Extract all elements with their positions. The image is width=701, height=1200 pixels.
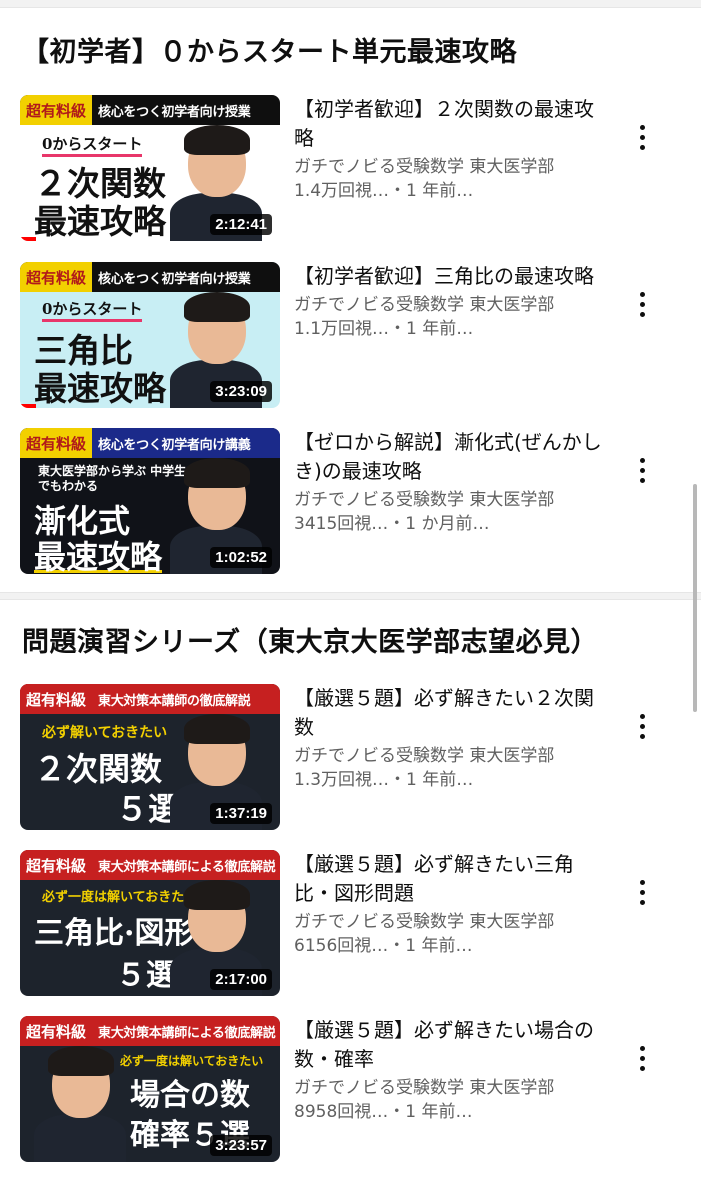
channel-name: ガチでノビる受験数学 東大医学部 <box>294 912 555 932</box>
video-title[interactable]: 【厳選５題】必ず解きたい三角比・図形問題 <box>294 850 606 908</box>
section-title-beginner: 【初学者】０からスタート単元最速攻略 <box>22 37 517 68</box>
section-divider <box>0 592 701 600</box>
video-thumbnail[interactable]: 超有料級 核心をつく初学者向け授業 0からスタート ２次関数 最速攻略 2:12… <box>20 95 280 241</box>
video-meta[interactable]: 【厳選５題】必ず解きたい２次関数 ガチでノビる受験数学 東大医学部 1.3万回視… <box>294 684 606 792</box>
more-vert-icon[interactable] <box>630 286 654 322</box>
more-vert-icon[interactable] <box>630 1040 654 1076</box>
video-title[interactable]: 【厳選５題】必ず解きたい場合の数・確率 <box>294 1016 606 1074</box>
video-thumbnail[interactable]: 超有料級 東大対策本講師による徹底解説 必ず一度は解いておきたい 場合の数 確率… <box>20 1016 280 1162</box>
video-stats: 3415回視…・1 か月前… <box>294 514 490 534</box>
more-vert-icon[interactable] <box>630 874 654 910</box>
video-meta[interactable]: 【厳選５題】必ず解きたい場合の数・確率 ガチでノビる受験数学 東大医学部 895… <box>294 1016 606 1124</box>
thumbnail-banner: 超有料級 東大対策本講師による徹底解説 <box>20 850 280 880</box>
video-title[interactable]: 【初学者歓迎】２次関数の最速攻略 <box>294 95 606 153</box>
more-vert-icon[interactable] <box>630 708 654 744</box>
presenter-image <box>34 1046 126 1162</box>
thumbnail-banner: 超有料級 核心をつく初学者向け講義 <box>20 428 280 458</box>
channel-name: ガチでノビる受験数学 東大医学部 <box>294 157 555 177</box>
channel-name: ガチでノビる受験数学 東大医学部 <box>294 1078 555 1098</box>
watch-progress-bar <box>20 404 36 408</box>
scrollbar[interactable] <box>693 484 697 712</box>
channel-name: ガチでノビる受験数学 東大医学部 <box>294 490 555 510</box>
video-title[interactable]: 【初学者歓迎】三角比の最速攻略 <box>294 262 606 291</box>
thumbnail-banner: 超有料級 東大対策本講師の徹底解説 <box>20 684 280 714</box>
duration-badge: 1:37:19 <box>210 803 272 824</box>
more-vert-icon[interactable] <box>630 452 654 488</box>
video-stats: 1.4万回視…・1 年前… <box>294 181 474 201</box>
duration-badge: 3:23:57 <box>210 1135 272 1156</box>
video-item[interactable]: 超有料級 核心をつく初学者向け授業 0からスタート 三角比 最速攻略 3:23:… <box>0 262 701 410</box>
video-thumbnail[interactable]: 超有料級 核心をつく初学者向け授業 0からスタート 三角比 最速攻略 3:23:… <box>20 262 280 408</box>
duration-badge: 1:02:52 <box>210 547 272 568</box>
section-title-practice: 問題演習シリーズ（東大京大医学部志望必見） <box>22 627 599 658</box>
video-thumbnail[interactable]: 超有料級 核心をつく初学者向け講義 東大医学部から学ぶ 中学生でもわかる 漸化式… <box>20 428 280 574</box>
video-stats: 8958回視…・1 年前… <box>294 1102 473 1122</box>
duration-badge: 2:12:41 <box>210 214 272 235</box>
video-thumbnail[interactable]: 超有料級 東大対策本講師による徹底解説 必ず一度は解いておきたい 三角比·図形 … <box>20 850 280 996</box>
video-meta[interactable]: 【初学者歓迎】２次関数の最速攻略 ガチでノビる受験数学 東大医学部 1.4万回視… <box>294 95 606 203</box>
video-meta[interactable]: 【ゼロから解説】漸化式(ぜんかしき)の最速攻略 ガチでノビる受験数学 東大医学部… <box>294 428 606 536</box>
video-item[interactable]: 超有料級 東大対策本講師による徹底解説 必ず一度は解いておきたい 場合の数 確率… <box>0 1016 701 1164</box>
top-divider <box>0 0 701 8</box>
channel-name: ガチでノビる受験数学 東大医学部 <box>294 295 555 315</box>
video-item[interactable]: 超有料級 東大対策本講師による徹底解説 必ず一度は解いておきたい 三角比·図形 … <box>0 850 701 998</box>
video-meta[interactable]: 【厳選５題】必ず解きたい三角比・図形問題 ガチでノビる受験数学 東大医学部 61… <box>294 850 606 958</box>
video-item[interactable]: 超有料級 核心をつく初学者向け授業 0からスタート ２次関数 最速攻略 2:12… <box>0 95 701 243</box>
channel-name: ガチでノビる受験数学 東大医学部 <box>294 746 555 766</box>
video-thumbnail[interactable]: 超有料級 東大対策本講師の徹底解説 必ず解いておきたい ２次関数 ５選 1:37… <box>20 684 280 830</box>
watch-progress-bar <box>20 237 36 241</box>
video-stats: 1.1万回視…・1 年前… <box>294 319 474 339</box>
video-title[interactable]: 【ゼロから解説】漸化式(ぜんかしき)の最速攻略 <box>294 428 606 486</box>
duration-badge: 3:23:09 <box>210 381 272 402</box>
thumbnail-banner: 超有料級 核心をつく初学者向け授業 <box>20 95 280 125</box>
thumbnail-banner: 超有料級 核心をつく初学者向け授業 <box>20 262 280 292</box>
more-vert-icon[interactable] <box>630 119 654 155</box>
video-stats: 6156回視…・1 年前… <box>294 936 473 956</box>
video-stats: 1.3万回視…・1 年前… <box>294 770 474 790</box>
video-item[interactable]: 超有料級 東大対策本講師の徹底解説 必ず解いておきたい ２次関数 ５選 1:37… <box>0 684 701 832</box>
video-meta[interactable]: 【初学者歓迎】三角比の最速攻略 ガチでノビる受験数学 東大医学部 1.1万回視…… <box>294 262 606 341</box>
video-item[interactable]: 超有料級 核心をつく初学者向け講義 東大医学部から学ぶ 中学生でもわかる 漸化式… <box>0 428 701 576</box>
thumbnail-banner: 超有料級 東大対策本講師による徹底解説 <box>20 1016 280 1046</box>
video-title[interactable]: 【厳選５題】必ず解きたい２次関数 <box>294 684 606 742</box>
duration-badge: 2:17:00 <box>210 969 272 990</box>
